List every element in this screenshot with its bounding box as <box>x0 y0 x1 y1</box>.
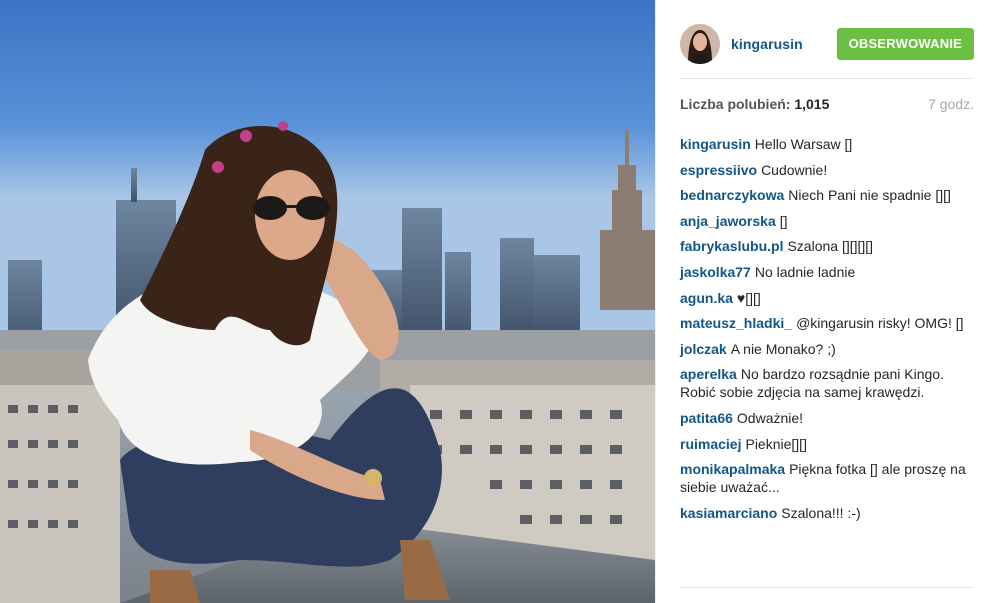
comment-username[interactable]: anja_jaworska <box>680 213 776 229</box>
post-time[interactable]: 7 godz. <box>928 96 974 112</box>
comment-text: ♥[][] <box>736 289 761 306</box>
comment-item: anja_jaworska[] <box>680 212 976 230</box>
comment-text: Pieknie[][] <box>745 435 807 452</box>
likes-label: Liczba polubień: <box>680 96 791 112</box>
comment-username[interactable]: bednarczykowa <box>680 187 784 203</box>
comment-item: monikapalmaka Piękna fotka [] ale proszę … <box>680 460 976 496</box>
comment-username[interactable]: jaskolka77 <box>680 264 751 280</box>
follow-button[interactable]: OBSERWOWANIE <box>836 28 974 60</box>
avatar[interactable] <box>680 24 720 64</box>
comment-text: Szalona!!! :-) <box>781 504 861 521</box>
comment-username[interactable]: agun.ka <box>680 290 733 306</box>
comment-item: kasiamarciano Szalona!!! :-) <box>680 504 976 522</box>
comment-item: jolczak A nie Monako? ;) <box>680 340 976 358</box>
comment-username[interactable]: monikapalmaka <box>680 461 785 477</box>
comment-item: mateusz_hladki_ @kingarusin risky! OMG! [… <box>680 314 976 332</box>
comment-text: No ladnie ladnie <box>754 263 856 280</box>
comment-username[interactable]: ruimaciej <box>680 436 741 452</box>
comment-item: bednarczykowa Niech Pani nie spadnie [][] <box>680 186 976 204</box>
comment-text: Odważnie! <box>736 409 804 426</box>
comment-text: A nie Monako? ;) <box>730 340 836 357</box>
comment-item: patita66 Odważnie! <box>680 409 976 427</box>
post-side-panel: kingarusin OBSERWOWANIE Liczba polubień:… <box>655 0 1000 603</box>
author-username[interactable]: kingarusin <box>731 36 837 52</box>
comment-username[interactable]: aperelka <box>680 366 737 382</box>
comment-item: espressiivo Cudownie! <box>680 161 976 179</box>
comment-text: @kingarusin risky! OMG! [] <box>796 315 964 332</box>
comment-text: Szalona [][][][] <box>787 238 874 255</box>
comment-item: agun.ka ♥[][] <box>680 289 976 307</box>
post-photo[interactable] <box>0 0 655 603</box>
comment-text: Hello Warsaw [] <box>754 136 853 152</box>
comment-username[interactable]: mateusz_hladki_ <box>680 315 792 331</box>
comment-username[interactable]: kingarusin <box>680 136 751 152</box>
comment-username[interactable]: kasiamarciano <box>680 505 777 521</box>
user-avatar-icon <box>680 24 720 64</box>
comment-username[interactable]: jolczak <box>680 341 727 357</box>
post-header: kingarusin OBSERWOWANIE <box>680 16 974 79</box>
comment-username[interactable]: patita66 <box>680 410 733 426</box>
warsaw-rooftop-photo <box>0 0 655 603</box>
likes-summary[interactable]: Liczba polubień: 1,015 <box>680 96 829 112</box>
comment-item: jaskolka77 No ladnie ladnie <box>680 263 976 281</box>
post-meta: Liczba polubień: 1,015 7 godz. <box>680 96 974 112</box>
comment-username[interactable]: espressiivo <box>680 162 757 178</box>
comment-username[interactable]: fabrykaslubu.pl <box>680 238 783 254</box>
instagram-post: kingarusin OBSERWOWANIE Liczba polubień:… <box>0 0 1000 603</box>
comment-item: kingarusin Hello Warsaw [] <box>680 135 976 153</box>
likes-count: 1,015 <box>794 96 830 112</box>
comment-item: aperelka No bardzo rozsądnie pani Kingo. … <box>680 365 976 401</box>
divider <box>680 587 974 588</box>
comment-text: Niech Pani nie spadnie [][] <box>788 187 951 204</box>
comment-item: fabrykaslubu.pl Szalona [][][][] <box>680 237 976 255</box>
comments-list: kingarusin Hello Warsaw [] espressiivo Cud… <box>680 135 976 529</box>
comment-text: Cudownie! <box>761 161 828 178</box>
comment-text: [] <box>779 212 788 229</box>
comment-item: ruimaciej Pieknie[][] <box>680 435 976 453</box>
